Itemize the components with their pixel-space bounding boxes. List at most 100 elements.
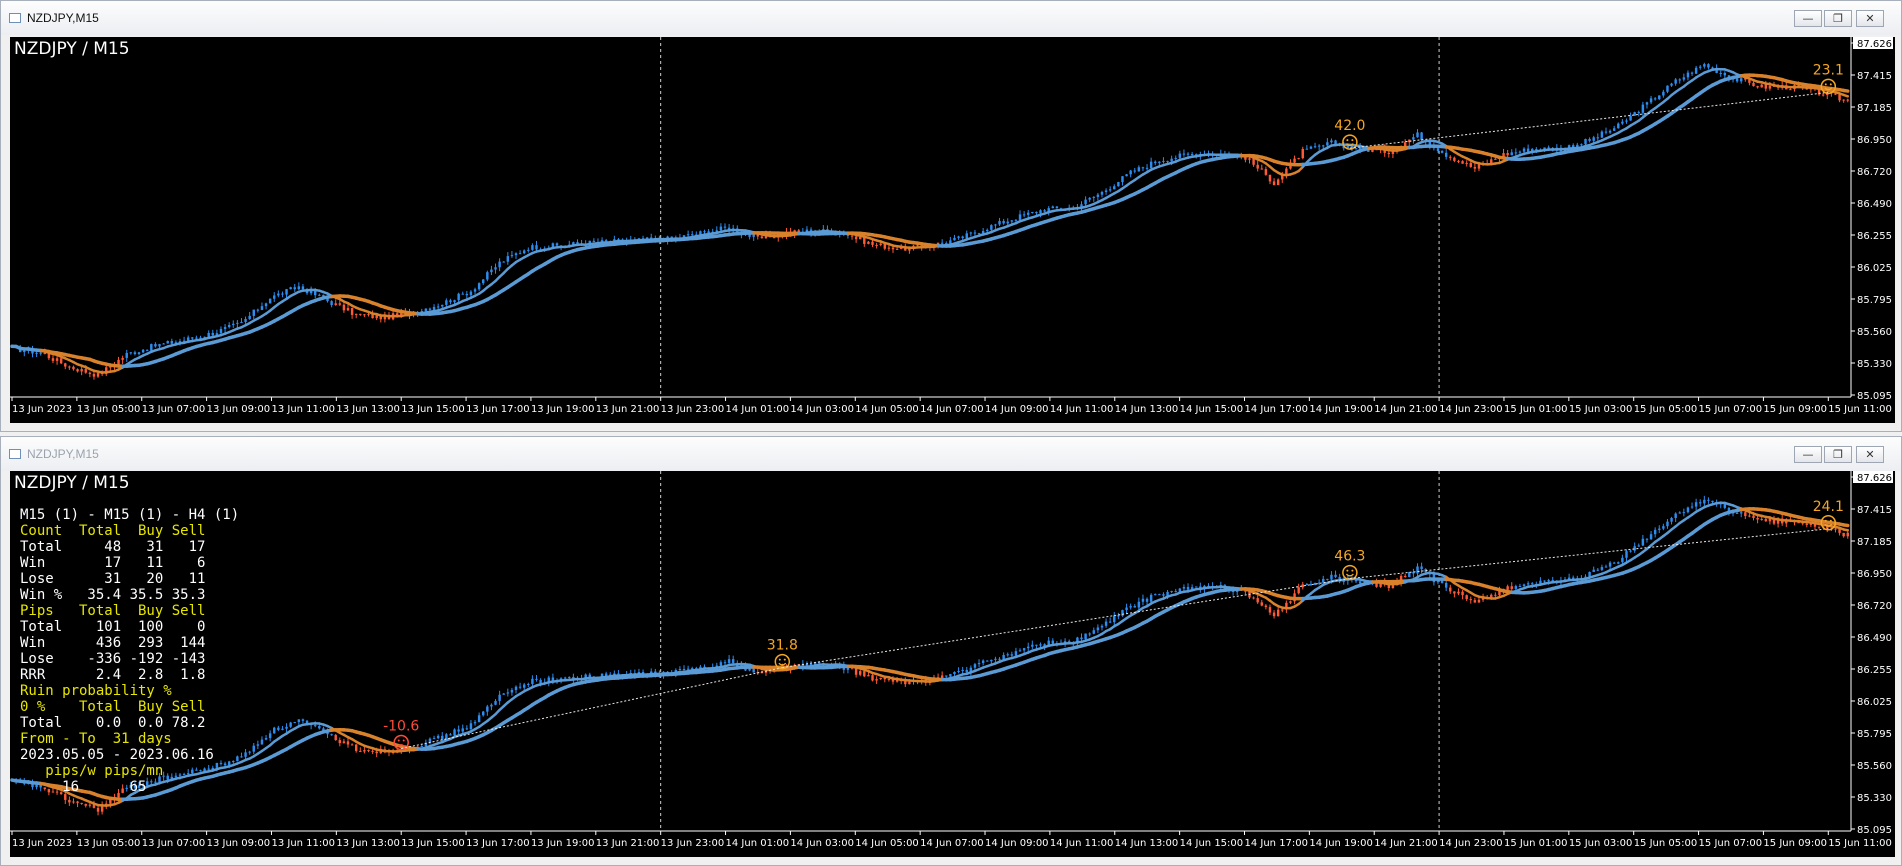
- candle-body: [961, 236, 964, 239]
- candle-body: [1842, 99, 1845, 101]
- candle-body: [797, 230, 800, 232]
- chart-window-1[interactable]: NZDJPY,M15 — ❐ ✕ 87.626 87.415 87.185 86.95…: [0, 0, 1902, 432]
- maximize-button[interactable]: ❐: [1824, 10, 1852, 27]
- maximize-button[interactable]: ❐: [1824, 446, 1852, 463]
- candle-body: [1326, 142, 1329, 146]
- candle-body: [850, 235, 854, 237]
- candle-body: [1674, 79, 1677, 84]
- candle-body: [1141, 167, 1145, 169]
- candle-body: [133, 352, 137, 355]
- time-tick-label: 15 Jun 09:00: [1763, 838, 1827, 849]
- candle-body: [1592, 569, 1595, 572]
- candle-body: [1440, 580, 1444, 583]
- candle-body: [1600, 131, 1604, 138]
- time-tick-label: 14 Jun 13:00: [1115, 404, 1179, 415]
- price-tick-label: 85.795: [1857, 729, 1892, 740]
- candle-body: [1453, 157, 1456, 161]
- price-chart[interactable]: 87.626 87.415 87.185 86.950 86.720 86.490 86.2…: [10, 37, 1895, 423]
- candle-body: [1301, 584, 1304, 588]
- candle-body: [223, 327, 227, 329]
- candle-body: [338, 303, 342, 305]
- candle-body: [297, 286, 301, 290]
- close-button[interactable]: ✕: [1856, 10, 1884, 27]
- candle-body: [342, 304, 346, 311]
- candle-body: [949, 674, 952, 677]
- candle-body: [465, 728, 469, 730]
- chart-window-2[interactable]: NZDJPY,M15 — ❐ ✕ 87.626 87.415 87.185 86.95…: [0, 436, 1902, 866]
- close-button[interactable]: ✕: [1856, 446, 1884, 463]
- candle-body: [1104, 621, 1108, 626]
- candle-body: [1043, 210, 1046, 212]
- candle-body: [678, 668, 682, 670]
- stats-header-row: pips/w pips/mn: [20, 763, 164, 779]
- candle-body: [1522, 148, 1526, 152]
- candle-body: [469, 723, 473, 730]
- candle-body: [1842, 532, 1845, 537]
- stats-row: Win 436 293 144: [20, 635, 206, 651]
- candle-body: [1645, 538, 1649, 540]
- time-tick-label: 15 Jun 11:00: [1828, 838, 1892, 849]
- candle-body: [690, 668, 694, 670]
- candle-body: [1522, 584, 1526, 587]
- candle-body: [1694, 67, 1698, 74]
- candle-body: [490, 704, 493, 707]
- candle-body: [375, 751, 378, 754]
- candle-body: [191, 337, 194, 339]
- candle-body: [686, 234, 690, 236]
- window-titlebar[interactable]: NZDJPY,M15 — ❐ ✕: [1, 437, 1901, 471]
- minimize-button[interactable]: —: [1794, 10, 1822, 27]
- candle-body: [1735, 78, 1739, 82]
- time-tick-label: 13 Jun 21:00: [596, 838, 660, 849]
- candle-body: [289, 722, 292, 727]
- candle-body: [1412, 137, 1415, 140]
- candle-body: [1739, 78, 1743, 82]
- candle-body: [1514, 586, 1518, 589]
- candle-body: [998, 220, 1001, 225]
- time-tick-label: 14 Jun 09:00: [985, 838, 1049, 849]
- candle-body: [23, 350, 26, 353]
- face-eye: [1824, 519, 1827, 522]
- candle-body: [1821, 94, 1825, 96]
- candle-body: [1506, 586, 1509, 590]
- time-tick-label: 13 Jun 07:00: [142, 838, 206, 849]
- candle-body: [281, 293, 284, 295]
- price-tick-label: 85.330: [1857, 359, 1892, 370]
- candle-body: [1461, 161, 1464, 164]
- candle-body: [1092, 196, 1096, 198]
- candle-body: [1334, 574, 1337, 577]
- price-chart[interactable]: 87.626 87.415 87.185 86.950 86.720 86.490 86.2…: [10, 471, 1895, 857]
- candle-body: [1108, 189, 1112, 191]
- candle-body: [875, 244, 878, 246]
- candle-body: [1285, 168, 1288, 175]
- candle-body: [1137, 167, 1141, 172]
- time-tick-label: 15 Jun 09:00: [1763, 404, 1827, 415]
- candle-body: [162, 343, 165, 345]
- candle-body: [330, 734, 333, 736]
- candle-body: [68, 799, 71, 803]
- candle-body: [1518, 151, 1522, 153]
- candle-body: [891, 247, 895, 250]
- candle-body: [1026, 212, 1030, 215]
- candle-body: [1641, 104, 1645, 113]
- candle-body: [1723, 504, 1727, 508]
- candle-body: [51, 358, 55, 361]
- candle-body: [473, 722, 477, 724]
- candle-body: [461, 728, 464, 732]
- time-tick-label: 14 Jun 07:00: [920, 404, 984, 415]
- candle-body: [1260, 168, 1264, 170]
- candle-body: [1744, 512, 1747, 517]
- time-tick-label: 15 Jun 07:00: [1699, 838, 1763, 849]
- candle-body: [129, 352, 133, 354]
- candle-body: [72, 366, 75, 370]
- trade-result-label: 23.1: [1813, 62, 1844, 78]
- candle-body: [748, 668, 751, 671]
- candle-body: [1506, 153, 1509, 156]
- candle-body: [281, 728, 284, 730]
- candle-body: [760, 236, 764, 239]
- candle-body: [486, 706, 489, 712]
- minimize-button[interactable]: —: [1794, 446, 1822, 463]
- window-titlebar[interactable]: NZDJPY,M15 — ❐ ✕: [1, 1, 1901, 35]
- candle-body: [330, 301, 333, 306]
- candle-body: [1637, 112, 1641, 114]
- stats-row: Win 17 11 6: [20, 555, 206, 571]
